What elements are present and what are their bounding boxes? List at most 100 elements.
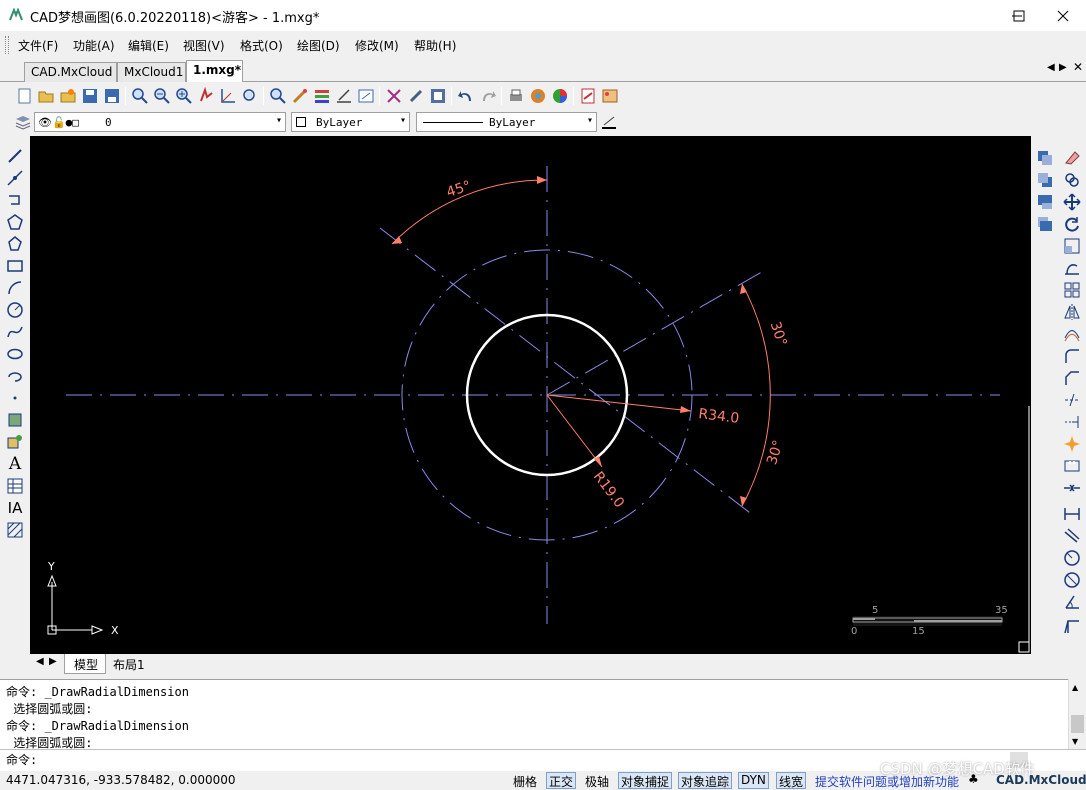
scroll-down-icon[interactable]: ▼ — [1072, 737, 1078, 746]
move-icon[interactable] — [1062, 192, 1082, 212]
redo-icon[interactable] — [479, 87, 497, 105]
arc-icon[interactable] — [5, 278, 25, 298]
osnap-toggle[interactable]: 对象捕捉 — [618, 772, 673, 789]
mtext-icon[interactable]: IA — [5, 498, 25, 518]
explode-icon[interactable] — [1062, 434, 1082, 454]
linear-dimension-icon[interactable] — [1062, 504, 1082, 524]
menu-draw[interactable]: 绘图(D) — [297, 37, 340, 54]
polar-toggle[interactable]: 极轴 — [582, 772, 612, 789]
print-icon[interactable] — [507, 87, 525, 105]
tab-1-mxg[interactable]: 1.mxg* — [186, 60, 243, 82]
command-scrollbar[interactable]: ▲ ▼ — [1068, 679, 1086, 749]
chamfer-icon[interactable] — [1062, 368, 1082, 388]
leader-icon[interactable] — [1062, 616, 1082, 636]
color-wheel-icon[interactable] — [551, 87, 569, 105]
hatch-icon[interactable] — [5, 520, 25, 540]
color-select[interactable]: ByLayer ▾ — [291, 112, 410, 132]
match-properties-icon[interactable] — [291, 87, 309, 105]
array-icon[interactable] — [1062, 280, 1082, 300]
break-icon[interactable] — [1062, 456, 1082, 476]
menu-format[interactable]: 格式(O) — [240, 37, 283, 54]
rotate-icon[interactable] — [1062, 214, 1082, 234]
ucs-icon[interactable] — [219, 87, 237, 105]
copy-icon[interactable] — [1062, 170, 1082, 190]
insert-block-icon[interactable] — [5, 410, 25, 430]
layers-icon[interactable] — [14, 113, 32, 131]
layer-properties-icon[interactable] — [313, 87, 331, 105]
polygon-icon[interactable] — [5, 212, 25, 232]
grid-toggle[interactable]: 栅格 — [510, 772, 540, 789]
point-icon[interactable] — [5, 388, 25, 408]
ellipse-icon[interactable] — [5, 344, 25, 364]
scroll-up-icon[interactable]: ▲ — [1072, 683, 1078, 692]
draworder-above-icon[interactable] — [1035, 192, 1055, 212]
angular-dimension-icon[interactable] — [1062, 592, 1082, 612]
erase-icon[interactable] — [1062, 148, 1082, 168]
otrack-toggle[interactable]: 对象追踪 — [678, 772, 733, 789]
fillet-icon[interactable] — [1062, 346, 1082, 366]
menu-modify[interactable]: 修改(M) — [355, 37, 399, 54]
view-icon[interactable] — [357, 87, 375, 105]
tab-mxcloud1[interactable]: MxCloud1 — [117, 62, 186, 82]
xline-icon[interactable] — [5, 168, 25, 188]
line-icon[interactable] — [5, 146, 25, 166]
aligned-dimension-icon[interactable] — [1062, 526, 1082, 546]
export-image-icon[interactable] — [601, 87, 619, 105]
drawing-canvas[interactable]: 45° 30° 30° R34.0 R19.0 Y X 5 35 0 15 — [30, 136, 1031, 654]
tool-icon[interactable] — [407, 87, 425, 105]
draworder-back-icon[interactable] — [1035, 170, 1055, 190]
spline-icon[interactable] — [5, 322, 25, 342]
zoom-in-icon[interactable] — [175, 87, 193, 105]
find-icon[interactable] — [269, 87, 287, 105]
draworder-under-icon[interactable] — [1035, 214, 1055, 234]
circle-icon[interactable] — [5, 300, 25, 320]
lineweight-icon[interactable] — [600, 113, 618, 131]
zoom-window-icon[interactable] — [131, 87, 149, 105]
diameter-dimension-icon[interactable] — [1062, 570, 1082, 590]
open-template-icon[interactable] — [59, 87, 77, 105]
zoom-out-icon[interactable] — [153, 87, 171, 105]
menu-help[interactable]: 帮助(H) — [414, 37, 456, 54]
ortho-toggle[interactable]: 正交 — [546, 772, 577, 789]
draworder-front-icon[interactable] — [1035, 148, 1055, 168]
join-icon[interactable] — [1062, 478, 1082, 498]
zoom-extents-icon[interactable] — [241, 87, 259, 105]
undo-icon[interactable] — [457, 87, 475, 105]
layout-tab-layout1[interactable]: 布局1 — [106, 654, 152, 674]
menu-function[interactable]: 功能(A) — [73, 37, 115, 54]
make-block-icon[interactable] — [5, 432, 25, 452]
trim-icon[interactable] — [1062, 390, 1082, 410]
linetype-select[interactable]: ByLayer ▾ — [416, 112, 597, 132]
save-icon[interactable] — [81, 87, 99, 105]
menu-view[interactable]: 视图(V) — [183, 37, 225, 54]
layer-select[interactable]: 👁🔓●□ 0 ▾ — [34, 112, 286, 132]
lineweight-toggle[interactable]: 线宽 — [776, 772, 807, 789]
tab-next-icon[interactable]: ▶ — [1059, 62, 1067, 73]
pan-icon[interactable] — [197, 87, 215, 105]
offset-icon[interactable] — [1062, 324, 1082, 344]
extend-icon[interactable] — [1062, 412, 1082, 432]
rectangle-icon[interactable] — [5, 256, 25, 276]
menu-file[interactable]: 文件(F) — [18, 37, 58, 54]
stretch-icon[interactable] — [1062, 258, 1082, 278]
maximize-button[interactable] — [996, 0, 1042, 31]
layout-tab-model[interactable]: 模型 — [64, 654, 106, 674]
dyn-toggle[interactable]: DYN — [738, 772, 769, 789]
scroll-thumb[interactable] — [1071, 715, 1084, 733]
scale-icon[interactable] — [1062, 236, 1082, 256]
revcloud-icon[interactable] — [5, 234, 25, 254]
measure-icon[interactable] — [335, 87, 353, 105]
polyline-icon[interactable] — [5, 190, 25, 210]
command-history[interactable]: 命令: _DrawRadialDimension 选择圆弧或圆: 命令: _Dr… — [0, 679, 1070, 750]
menu-edit[interactable]: 编辑(E) — [128, 37, 169, 54]
plugin-icon[interactable] — [385, 87, 403, 105]
layout-prev-icon[interactable]: ◀ — [36, 656, 44, 667]
table-icon[interactable] — [5, 476, 25, 496]
ellipse-arc-icon[interactable] — [5, 366, 25, 386]
close-button[interactable] — [1040, 0, 1086, 31]
text-icon[interactable]: A — [5, 454, 25, 474]
save-as-icon[interactable] — [103, 87, 121, 105]
tab-cad-mxcloud[interactable]: CAD.MxCloud — [24, 62, 117, 82]
pdf-icon[interactable] — [579, 87, 597, 105]
tab-prev-icon[interactable]: ◀ — [1047, 62, 1055, 73]
